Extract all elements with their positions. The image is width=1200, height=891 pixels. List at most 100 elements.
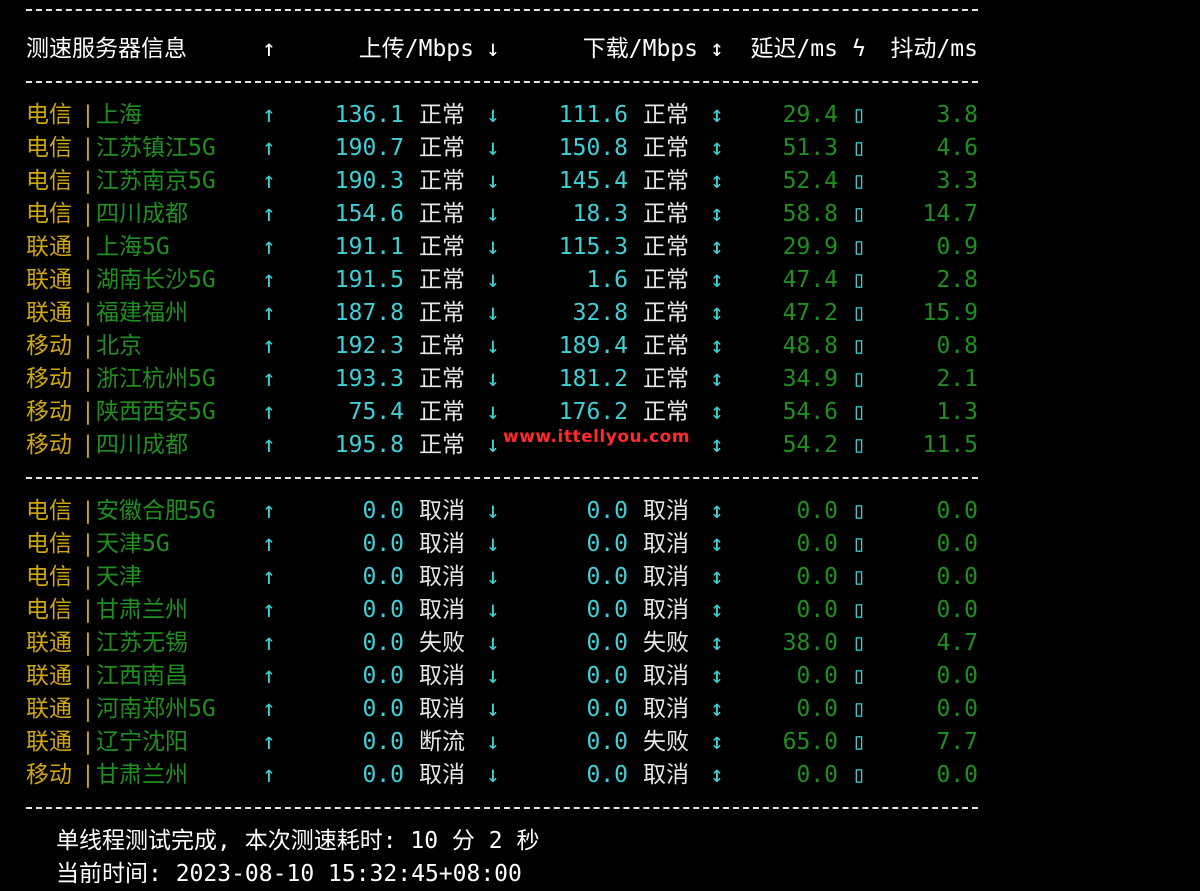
table-row: 移动 | 北京 ↑ 192.3 正常 ↓ 189.4 正常 ↕ 48.8 ▯ 0.8 bbox=[26, 330, 1186, 363]
updown-arrow-icon: ↕ bbox=[710, 498, 724, 524]
latency-value: 54.6 bbox=[782, 399, 838, 425]
upload-status: 取消 bbox=[419, 696, 465, 722]
down-arrow-icon: ↓ bbox=[486, 696, 500, 722]
city-label: 北京 bbox=[96, 333, 142, 359]
updown-arrow-icon: ↕ bbox=[710, 201, 724, 227]
isp-label: 联通 bbox=[26, 630, 72, 656]
download-value: 0.0 bbox=[586, 663, 628, 689]
table-row: 移动 | 浙江杭州5G ↑ 193.3 正常 ↓ 181.2 正常 ↕ 34.9 ▯ 2.1 bbox=[26, 363, 1186, 396]
table-row: 联通 | 上海5G ↑ 191.1 正常 ↓ 115.3 正常 ↕ 29.9 ▯ 0.9 bbox=[26, 231, 1186, 264]
missing-glyph-icon: ▯ bbox=[852, 432, 866, 458]
separator-icon: | bbox=[81, 597, 95, 623]
latency-value: 51.3 bbox=[782, 135, 838, 161]
upload-value: 190.7 bbox=[334, 135, 404, 161]
missing-glyph-icon: ▯ bbox=[852, 663, 866, 689]
updown-arrow-icon: ↕ bbox=[710, 36, 724, 62]
down-arrow-icon: ↓ bbox=[486, 102, 500, 128]
isp-label: 联通 bbox=[26, 696, 72, 722]
separator-icon: | bbox=[81, 102, 95, 128]
latency-value: 38.0 bbox=[782, 630, 838, 656]
isp-label: 移动 bbox=[26, 333, 72, 359]
separator-icon: | bbox=[81, 531, 95, 557]
result-group-failed: 电信 | 安徽合肥5G ↑ 0.0 取消 ↓ 0.0 取消 ↕ 0.0 ▯ 0.0 电信 | 天津5G ↑ 0.0… bbox=[26, 495, 1186, 792]
download-value: 145.4 bbox=[558, 168, 628, 194]
table-row: 移动 | 陕西西安5G ↑ 75.4 正常 ↓ 176.2 正常 ↕ 54.6 ▯ 1.3 bbox=[26, 396, 1186, 429]
jitter-value: 1.3 bbox=[936, 399, 978, 425]
footer-current-time: 当前时间: 2023-08-10 15:32:45+08:00 bbox=[56, 861, 522, 887]
download-value: 176.2 bbox=[558, 399, 628, 425]
city-label: 浙江杭州5G bbox=[96, 366, 216, 392]
table-row: 电信 | 天津 ↑ 0.0 取消 ↓ 0.0 取消 ↕ 0.0 ▯ 0.0 bbox=[26, 561, 1186, 594]
up-arrow-icon: ↑ bbox=[262, 300, 276, 326]
city-label: 河南郑州5G bbox=[96, 696, 216, 722]
missing-glyph-icon: ▯ bbox=[852, 366, 866, 392]
download-value: 0.0 bbox=[586, 729, 628, 755]
down-arrow-icon: ↓ bbox=[486, 399, 500, 425]
missing-glyph-icon: ▯ bbox=[852, 333, 866, 359]
updown-arrow-icon: ↕ bbox=[710, 333, 724, 359]
upload-status: 正常 bbox=[419, 399, 465, 425]
separator-line bbox=[26, 66, 1186, 99]
separator-icon: | bbox=[81, 300, 95, 326]
upload-status: 取消 bbox=[419, 762, 465, 788]
missing-glyph-icon: ▯ bbox=[852, 234, 866, 260]
latency-value: 0.0 bbox=[796, 498, 838, 524]
city-label: 甘肃兰州 bbox=[96, 762, 188, 788]
latency-value: 29.4 bbox=[782, 102, 838, 128]
download-status: 取消 bbox=[643, 498, 689, 524]
updown-arrow-icon: ↕ bbox=[710, 696, 724, 722]
updown-arrow-icon: ↕ bbox=[710, 432, 724, 458]
jitter-value: 0.0 bbox=[936, 696, 978, 722]
updown-arrow-icon: ↕ bbox=[710, 135, 724, 161]
download-value: 115.3 bbox=[558, 234, 628, 260]
isp-label: 电信 bbox=[26, 531, 72, 557]
up-arrow-icon: ↑ bbox=[262, 432, 276, 458]
down-arrow-icon: ↓ bbox=[486, 36, 500, 62]
separator-line bbox=[26, 0, 1186, 33]
missing-glyph-icon: ▯ bbox=[852, 729, 866, 755]
upload-value: 191.5 bbox=[334, 267, 404, 293]
city-label: 天津 bbox=[96, 564, 142, 590]
download-status: 取消 bbox=[643, 597, 689, 623]
missing-glyph-icon: ▯ bbox=[852, 201, 866, 227]
isp-label: 电信 bbox=[26, 201, 72, 227]
down-arrow-icon: ↓ bbox=[486, 267, 500, 293]
jitter-value: 0.8 bbox=[936, 333, 978, 359]
header-download: 下载/Mbps bbox=[582, 36, 698, 62]
missing-glyph-icon: ▯ bbox=[852, 300, 866, 326]
result-group-success: 电信 | 上海 ↑ 136.1 正常 ↓ 111.6 正常 ↕ 29.4 ▯ 3.8 电信 | 江苏镇江5G ↑… bbox=[26, 99, 1186, 462]
download-value: 0.0 bbox=[586, 630, 628, 656]
updown-arrow-icon: ↕ bbox=[710, 597, 724, 623]
upload-status: 正常 bbox=[419, 300, 465, 326]
upload-status: 正常 bbox=[419, 432, 465, 458]
isp-label: 移动 bbox=[26, 762, 72, 788]
download-value: 18.3 bbox=[572, 201, 628, 227]
updown-arrow-icon: ↕ bbox=[710, 300, 724, 326]
jitter-value: 15.9 bbox=[922, 300, 978, 326]
separator-line bbox=[26, 792, 1186, 825]
upload-status: 取消 bbox=[419, 498, 465, 524]
city-label: 天津5G bbox=[96, 531, 170, 557]
up-arrow-icon: ↑ bbox=[262, 597, 276, 623]
up-arrow-icon: ↑ bbox=[262, 630, 276, 656]
upload-status: 取消 bbox=[419, 564, 465, 590]
download-status: 正常 bbox=[643, 102, 689, 128]
updown-arrow-icon: ↕ bbox=[710, 531, 724, 557]
city-label: 四川成都 bbox=[96, 432, 188, 458]
latency-value: 54.2 bbox=[782, 432, 838, 458]
up-arrow-icon: ↑ bbox=[262, 333, 276, 359]
jitter-value: 3.8 bbox=[936, 102, 978, 128]
table-header: 测速服务器信息 ↑ 上传/Mbps ↓ 下载/Mbps ↕ 延迟/ms ϟ 抖动… bbox=[26, 33, 1186, 66]
down-arrow-icon: ↓ bbox=[486, 300, 500, 326]
jitter-value: 0.0 bbox=[936, 498, 978, 524]
table-row: 电信 | 四川成都 ↑ 154.6 正常 ↓ 18.3 正常 ↕ 58.8 ▯ 14.7 bbox=[26, 198, 1186, 231]
missing-glyph-icon: ▯ bbox=[852, 696, 866, 722]
download-status: 取消 bbox=[643, 531, 689, 557]
jitter-value: 3.3 bbox=[936, 168, 978, 194]
down-arrow-icon: ↓ bbox=[486, 663, 500, 689]
download-status: 失败 bbox=[643, 630, 689, 656]
upload-value: 192.3 bbox=[334, 333, 404, 359]
download-value: 111.6 bbox=[558, 102, 628, 128]
up-arrow-icon: ↑ bbox=[262, 168, 276, 194]
up-arrow-icon: ↑ bbox=[262, 267, 276, 293]
